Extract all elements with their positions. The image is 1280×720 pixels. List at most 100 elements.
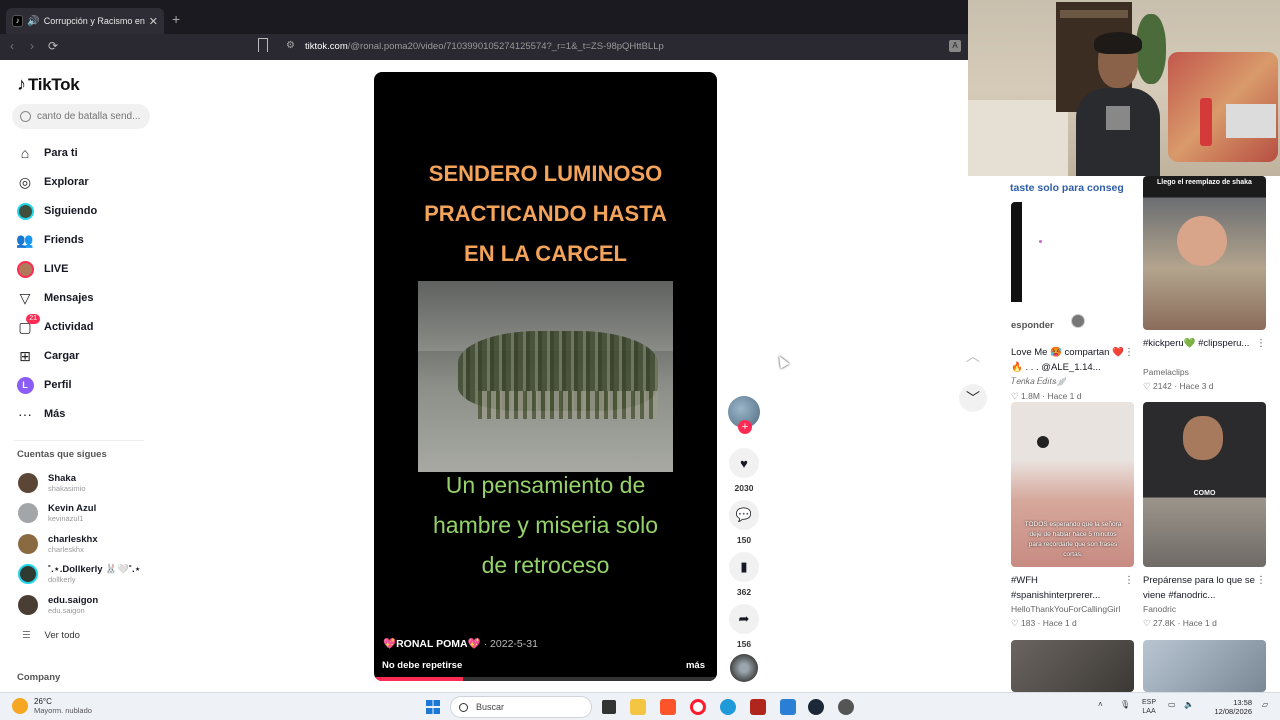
site-info-icon[interactable]: ⚙ bbox=[286, 40, 295, 51]
save-count: 362 bbox=[736, 587, 752, 597]
speaker-icon[interactable]: 🔊 bbox=[27, 16, 39, 27]
video-frame-image bbox=[418, 281, 673, 472]
recommendations-panel: taste solo para conseg esponder Love Me … bbox=[1000, 176, 1280, 692]
nav-mas[interactable]: ··· Más bbox=[16, 403, 65, 425]
taskbar-search[interactable]: Buscar bbox=[450, 696, 592, 718]
back-icon[interactable]: ‹ bbox=[10, 39, 14, 53]
video-thumbnail: COMO bbox=[1143, 402, 1266, 567]
weather-widget[interactable]: 26°C Mayorm. nublado bbox=[12, 697, 92, 715]
url-field[interactable]: tiktok.com/@ronal.poma20/video/710399010… bbox=[305, 41, 664, 52]
video-author[interactable]: 💖RONAL POMA💖 · 2022-5-31 bbox=[383, 637, 538, 650]
avatar bbox=[18, 564, 38, 584]
nav-friends[interactable]: 👥 Friends bbox=[16, 229, 83, 251]
video-thumbnail[interactable] bbox=[1011, 640, 1134, 692]
chevron-up-icon[interactable]: ˄ bbox=[1098, 700, 1103, 709]
nav-siguiendo[interactable]: Siguiendo bbox=[16, 200, 97, 222]
browser-tab[interactable]: ♪ 🔊 Corrupción y Racismo en el P... ✕ bbox=[6, 8, 164, 34]
video-thumbnail: Llego el reemplazo de shaka bbox=[1143, 176, 1266, 330]
heart-outline-icon: ♡ bbox=[1011, 391, 1019, 401]
reply-label: esponder bbox=[1011, 320, 1054, 331]
compass-icon: ◎ bbox=[18, 173, 32, 190]
bookmark-icon[interactable] bbox=[258, 38, 268, 52]
nav-mensajes[interactable]: ▽ Mensajes bbox=[16, 287, 94, 309]
notification-icon[interactable]: ▱ bbox=[1262, 700, 1268, 709]
divider bbox=[14, 440, 144, 441]
following-account[interactable]: Shaka shakasimio bbox=[18, 473, 86, 493]
plus-square-icon: ⊞ bbox=[19, 347, 31, 364]
bookmark-icon[interactable]: ▮ bbox=[729, 552, 759, 582]
avatar bbox=[18, 503, 38, 523]
more-options-icon[interactable]: ⋮ bbox=[1124, 345, 1134, 360]
following-section-title: Cuentas que sigues bbox=[17, 449, 107, 460]
translate-icon[interactable]: A bbox=[949, 40, 961, 52]
nav-para-ti[interactable]: ⌂ Para ti bbox=[16, 142, 78, 164]
list-icon: ☰ bbox=[22, 630, 31, 641]
webcam-overlay bbox=[968, 0, 1280, 176]
chevron-up-icon[interactable]: ︿ bbox=[961, 344, 985, 368]
mouse-cursor-icon bbox=[774, 353, 790, 369]
video-progress-bar[interactable] bbox=[374, 677, 717, 681]
like-action: ♥ 2030 bbox=[726, 448, 762, 493]
following-account[interactable]: ˚.⋆.Dollkerly 🐰🤍˚.⋆ dollkerly bbox=[18, 564, 141, 584]
store-icon[interactable] bbox=[780, 699, 796, 715]
comment-action: 💬 150 bbox=[726, 500, 762, 545]
network-icon[interactable]: ▭ bbox=[1168, 700, 1176, 709]
new-tab-button[interactable]: + bbox=[172, 11, 180, 27]
comment-icon[interactable]: 💬 bbox=[729, 500, 759, 530]
opera-icon[interactable] bbox=[690, 699, 706, 715]
tiktok-logo[interactable]: ♪ TikTok bbox=[17, 74, 80, 95]
video-player[interactable]: SENDERO LUMINOSO PRACTICANDO HASTA EN LA… bbox=[374, 72, 717, 681]
music-disc-icon[interactable] bbox=[730, 654, 758, 682]
tiktok-note-icon: ♪ bbox=[17, 74, 26, 94]
task-view-icon[interactable] bbox=[602, 700, 616, 714]
nav-live[interactable]: LIVE bbox=[16, 258, 68, 280]
sidebar: ♪ TikTok ⌂ Para ti ◎ Explorar Siguiendo … bbox=[0, 60, 160, 692]
reload-icon[interactable]: ⟳ bbox=[48, 39, 58, 53]
recommendation-card[interactable]: esponder Love Me 🥵 compartan ❤️🔥 . . . @… bbox=[1011, 202, 1134, 402]
windows-start-icon[interactable] bbox=[426, 700, 440, 714]
volume-icon[interactable]: 🔈 bbox=[1184, 700, 1194, 709]
search-input[interactable] bbox=[37, 111, 141, 122]
forward-icon[interactable]: › bbox=[30, 39, 34, 53]
avatar bbox=[18, 534, 38, 554]
more-options-icon[interactable]: ⋮ bbox=[1256, 336, 1266, 351]
company-link[interactable]: Company bbox=[17, 672, 60, 683]
heart-icon[interactable]: ♥ bbox=[729, 448, 759, 478]
heart-outline-icon: ♡ bbox=[1011, 618, 1019, 628]
following-account[interactable]: Kevin Azul kevinazul1 bbox=[18, 503, 96, 523]
edge-icon[interactable] bbox=[720, 699, 736, 715]
video-thumbnail[interactable] bbox=[1143, 640, 1266, 692]
brave-browser-icon[interactable] bbox=[660, 699, 676, 715]
steam-icon[interactable] bbox=[808, 699, 824, 715]
recommendation-card[interactable]: TODOS esperando que la señora deje de ha… bbox=[1011, 402, 1134, 629]
mic-icon[interactable]: 🎙 bbox=[1120, 700, 1130, 709]
recommendation-card[interactable]: Llego el reemplazo de shaka #kickperu💚 #… bbox=[1143, 176, 1266, 392]
nav-explorar[interactable]: ◎ Explorar bbox=[16, 171, 89, 193]
close-tab-icon[interactable]: ✕ bbox=[149, 15, 158, 28]
more-icon: ··· bbox=[18, 406, 32, 422]
language-indicator[interactable]: ESP LAA bbox=[1142, 698, 1156, 716]
video-description: No debe repetirse bbox=[382, 660, 463, 671]
file-explorer-icon[interactable] bbox=[630, 699, 646, 715]
share-icon[interactable]: ➦ bbox=[729, 604, 759, 634]
recommendation-header-text: taste solo para conseg bbox=[1010, 182, 1124, 194]
search-box[interactable] bbox=[12, 104, 150, 129]
chevron-down-icon[interactable]: ﹀ bbox=[959, 384, 987, 412]
more-options-icon[interactable]: ⋮ bbox=[1124, 573, 1134, 588]
recommendation-card[interactable]: COMO Prepárense para lo que se viene #fa… bbox=[1143, 402, 1266, 629]
app-icon[interactable] bbox=[838, 699, 854, 715]
following-account[interactable]: charleskhx charleskhx bbox=[18, 534, 98, 554]
clock[interactable]: 13:58 12/08/2026 bbox=[1200, 698, 1252, 716]
follow-plus-icon[interactable]: + bbox=[738, 420, 752, 434]
creator-avatar[interactable]: + bbox=[728, 396, 760, 434]
following-account[interactable]: edu.saigon edu.saigon bbox=[18, 595, 98, 615]
nav-cargar[interactable]: ⊞ Cargar bbox=[16, 345, 79, 367]
more-link[interactable]: más bbox=[686, 660, 705, 671]
see-all-link[interactable]: ☰ Ver todo bbox=[22, 630, 80, 641]
nav-actividad[interactable]: ▢ 21 Actividad bbox=[16, 314, 94, 338]
more-options-icon[interactable]: ⋮ bbox=[1256, 573, 1266, 588]
nav-perfil[interactable]: L Perfil bbox=[16, 374, 72, 396]
dota-icon[interactable] bbox=[750, 699, 766, 715]
progress-fill bbox=[374, 677, 464, 681]
profile-avatar: L bbox=[16, 376, 34, 394]
